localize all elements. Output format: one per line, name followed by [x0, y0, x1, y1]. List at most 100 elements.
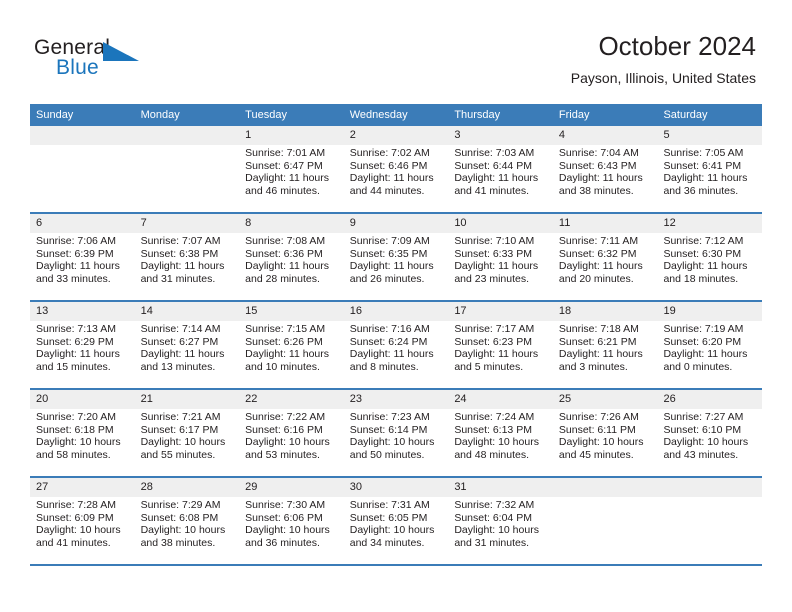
day-number[interactable]: 8 — [239, 214, 344, 233]
day-cell[interactable]: Sunrise: 7:30 AM Sunset: 6:06 PM Daylight:… — [239, 497, 344, 564]
day-cell[interactable]: Sunrise: 7:02 AM Sunset: 6:46 PM Daylight:… — [344, 145, 449, 212]
day-number[interactable]: 6 — [30, 214, 135, 233]
day-cell[interactable]: Sunrise: 7:05 AM Sunset: 6:41 PM Daylight:… — [657, 145, 762, 212]
day-cell[interactable]: Sunrise: 7:17 AM Sunset: 6:23 PM Daylight:… — [448, 321, 553, 388]
day-number[interactable]: 10 — [448, 214, 553, 233]
day-cell[interactable]: Sunrise: 7:16 AM Sunset: 6:24 PM Daylight:… — [344, 321, 449, 388]
day-cell[interactable]: Sunrise: 7:26 AM Sunset: 6:11 PM Daylight:… — [553, 409, 658, 476]
sunset-text: Sunset: 6:10 PM — [663, 423, 742, 436]
sunrise-text: Sunrise: 7:18 AM — [558, 323, 639, 335]
daylight-text-line1: Daylight: 10 hours — [36, 524, 121, 537]
daylight-text-line2: and 26 minutes. — [349, 272, 425, 285]
day-number[interactable]: 26 — [657, 390, 762, 409]
day-number[interactable]: 31 — [448, 478, 553, 497]
day-cell[interactable]: Sunrise: 7:03 AM Sunset: 6:44 PM Daylight:… — [448, 145, 553, 212]
daylight-text-line2: and 48 minutes. — [454, 448, 530, 461]
sunset-text: Sunset: 6:20 PM — [663, 335, 742, 348]
sunset-text: Sunset: 6:29 PM — [36, 335, 114, 348]
sunset-text: Sunset: 6:09 PM — [36, 511, 114, 524]
sunset-text: Sunset: 6:17 PM — [140, 423, 219, 436]
day-number[interactable]: 12 — [657, 214, 762, 233]
day-number[interactable]: 14 — [135, 302, 240, 321]
day-number[interactable]: 28 — [135, 478, 240, 497]
day-number[interactable]: 13 — [30, 302, 135, 321]
day-number[interactable]: 25 — [553, 390, 658, 409]
day-cell[interactable]: Sunrise: 7:27 AM Sunset: 6:10 PM Daylight:… — [657, 409, 762, 476]
daylight-text-line2: and 50 minutes. — [349, 448, 425, 461]
day-content-band: Sunrise: 7:28 AM Sunset: 6:09 PM Daylight:… — [30, 497, 762, 564]
day-number-band: 13 14 15 16 17 18 19 — [30, 302, 762, 321]
daylight-text-line2: and 41 minutes. — [36, 536, 111, 549]
day-cell[interactable]: Sunrise: 7:31 AM Sunset: 6:05 PM Daylight:… — [344, 497, 449, 564]
day-number[interactable]: 27 — [30, 478, 135, 497]
day-number[interactable]: 21 — [135, 390, 240, 409]
daylight-text-line1: Daylight: 11 hours — [454, 348, 539, 361]
sunrise-text: Sunrise: 7:26 AM — [558, 411, 639, 423]
day-cell[interactable]: Sunrise: 7:21 AM Sunset: 6:17 PM Daylight:… — [135, 409, 240, 476]
week-row: 13 14 15 16 17 18 19 Sunrise: 7:13 AM Sunset: 6:… — [30, 302, 762, 390]
day-number[interactable]: 16 — [344, 302, 449, 321]
day-number[interactable]: 24 — [448, 390, 553, 409]
day-cell[interactable]: Sunrise: 7:29 AM Sunset: 6:08 PM Daylight:… — [135, 497, 240, 564]
day-number[interactable]: 22 — [239, 390, 344, 409]
day-number[interactable]: 7 — [135, 214, 240, 233]
day-cell[interactable]: Sunrise: 7:07 AM Sunset: 6:38 PM Daylight:… — [135, 233, 240, 300]
day-cell[interactable]: Sunrise: 7:14 AM Sunset: 6:27 PM Daylight:… — [135, 321, 240, 388]
day-number[interactable]: 29 — [239, 478, 344, 497]
daylight-text-line1: Daylight: 11 hours — [663, 260, 748, 273]
daylight-text-line2: and 34 minutes. — [349, 536, 425, 549]
day-cell[interactable]: Sunrise: 7:10 AM Sunset: 6:33 PM Daylight:… — [448, 233, 553, 300]
day-cell[interactable]: Sunrise: 7:32 AM Sunset: 6:04 PM Daylight:… — [448, 497, 553, 564]
day-number[interactable]: 4 — [553, 126, 658, 145]
weekday-header-friday: Friday — [558, 109, 590, 121]
day-cell[interactable]: Sunrise: 7:24 AM Sunset: 6:13 PM Daylight:… — [448, 409, 553, 476]
day-content-band: Sunrise: 7:20 AM Sunset: 6:18 PM Daylight:… — [30, 409, 762, 476]
day-number[interactable]: 2 — [344, 126, 449, 145]
day-number[interactable]: 23 — [344, 390, 449, 409]
day-cell[interactable]: Sunrise: 7:13 AM Sunset: 6:29 PM Daylight:… — [30, 321, 135, 388]
day-cell[interactable]: Sunrise: 7:12 AM Sunset: 6:30 PM Daylight:… — [657, 233, 762, 300]
day-cell[interactable]: Sunrise: 7:08 AM Sunset: 6:36 PM Daylight:… — [239, 233, 344, 300]
day-number[interactable]: 1 — [239, 126, 344, 145]
sunrise-text: Sunrise: 7:21 AM — [140, 411, 221, 423]
sunset-text: Sunset: 6:47 PM — [245, 159, 323, 172]
page-header: General Blue October 2024 Payson, Illino… — [0, 0, 792, 100]
day-number[interactable]: 19 — [657, 302, 762, 321]
generalblue-logo[interactable]: General Blue — [34, 36, 204, 86]
day-number[interactable]: 30 — [344, 478, 449, 497]
day-cell[interactable]: Sunrise: 7:22 AM Sunset: 6:16 PM Daylight:… — [239, 409, 344, 476]
day-cell[interactable]: Sunrise: 7:09 AM Sunset: 6:35 PM Daylight:… — [344, 233, 449, 300]
day-cell[interactable]: Sunrise: 7:15 AM Sunset: 6:26 PM Daylight:… — [239, 321, 344, 388]
weekday-header-thursday: Thursday — [454, 109, 501, 121]
day-cell[interactable]: Sunrise: 7:01 AM Sunset: 6:47 PM Daylight:… — [239, 145, 344, 212]
day-cell[interactable]: Sunrise: 7:18 AM Sunset: 6:21 PM Daylight:… — [553, 321, 658, 388]
day-cell[interactable]: Sunrise: 7:19 AM Sunset: 6:20 PM Daylight:… — [657, 321, 762, 388]
daylight-text-line2: and 38 minutes. — [140, 536, 216, 549]
day-cell[interactable]: Sunrise: 7:28 AM Sunset: 6:09 PM Daylight:… — [30, 497, 135, 564]
daylight-text-line1: Daylight: 11 hours — [558, 348, 643, 361]
day-number[interactable]: 9 — [344, 214, 449, 233]
weekday-header-tuesday: Tuesday — [245, 109, 287, 121]
triangle-icon — [103, 42, 139, 61]
day-number[interactable]: 18 — [553, 302, 658, 321]
day-cell[interactable]: Sunrise: 7:04 AM Sunset: 6:43 PM Daylight:… — [553, 145, 658, 212]
sunrise-text: Sunrise: 7:30 AM — [245, 499, 326, 511]
day-cell-empty — [657, 497, 762, 564]
page-title: October 2024 — [598, 31, 756, 61]
day-cell[interactable]: Sunrise: 7:23 AM Sunset: 6:14 PM Daylight:… — [344, 409, 449, 476]
day-number[interactable]: 3 — [448, 126, 553, 145]
sunrise-text: Sunrise: 7:31 AM — [349, 499, 430, 511]
daylight-text-line2: and 3 minutes. — [558, 360, 628, 373]
day-cell[interactable]: Sunrise: 7:11 AM Sunset: 6:32 PM Daylight:… — [553, 233, 658, 300]
day-number[interactable]: 15 — [239, 302, 344, 321]
day-cell[interactable]: Sunrise: 7:06 AM Sunset: 6:39 PM Daylight:… — [30, 233, 135, 300]
day-number[interactable]: 20 — [30, 390, 135, 409]
daylight-text-line1: Daylight: 11 hours — [558, 172, 643, 185]
day-number[interactable]: 5 — [657, 126, 762, 145]
sunset-text: Sunset: 6:30 PM — [663, 247, 742, 260]
day-number[interactable]: 17 — [448, 302, 553, 321]
day-cell[interactable]: Sunrise: 7:20 AM Sunset: 6:18 PM Daylight:… — [30, 409, 135, 476]
day-number[interactable]: 11 — [553, 214, 658, 233]
daylight-text-line2: and 58 minutes. — [36, 448, 111, 461]
daylight-text-line2: and 23 minutes. — [454, 272, 530, 285]
